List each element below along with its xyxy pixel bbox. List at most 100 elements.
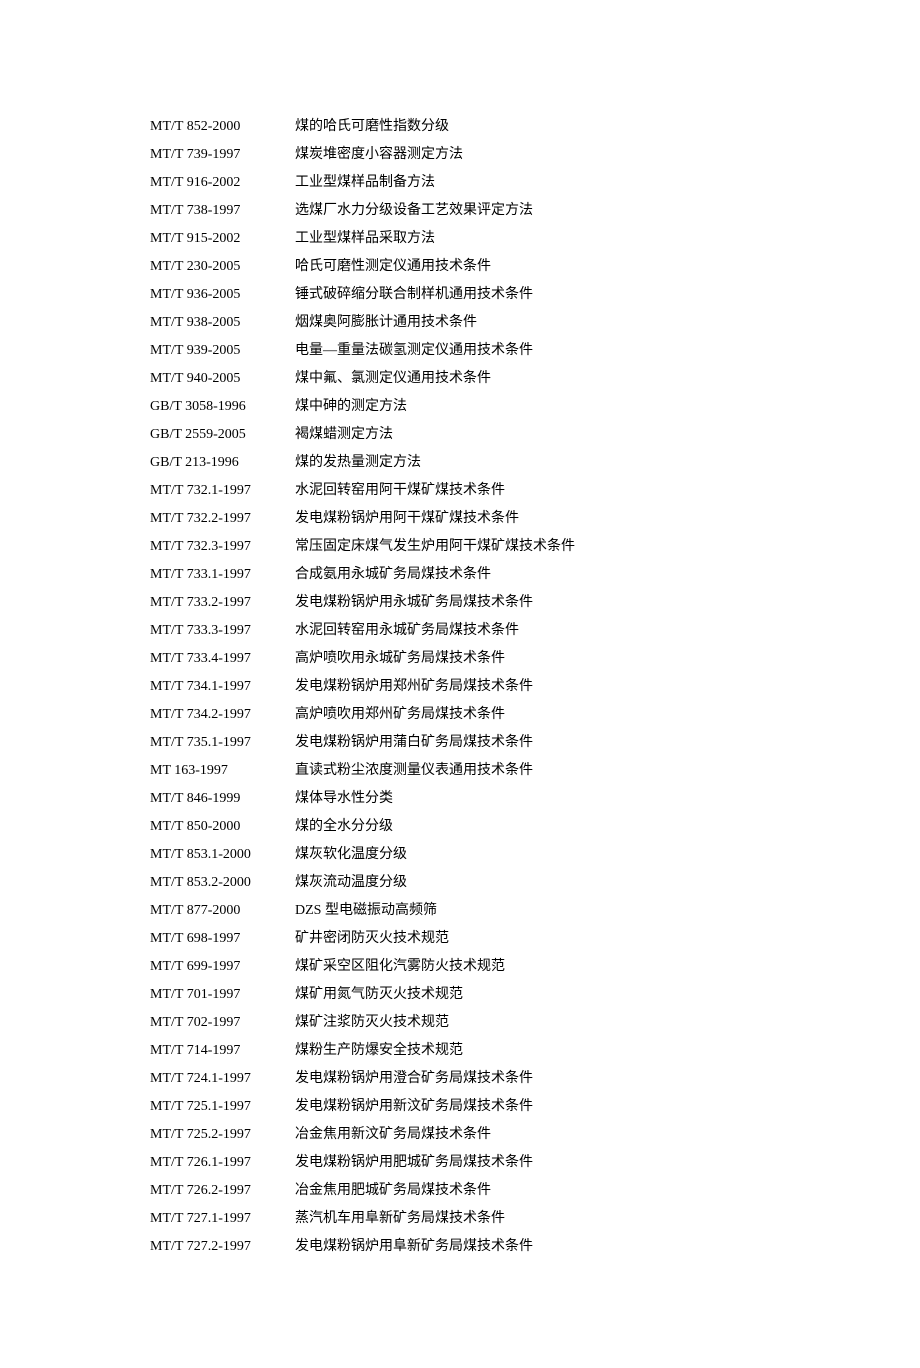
- standard-code: MT/T 702-1997: [150, 1016, 295, 1030]
- table-row: MT/T 727.1-1997蒸汽机车用阜新矿务局煤技术条件: [150, 1212, 770, 1226]
- standard-title: 高炉喷吹用郑州矿务局煤技术条件: [295, 708, 770, 722]
- table-row: GB/T 213-1996煤的发热量测定方法: [150, 456, 770, 470]
- table-row: MT/T 698-1997矿井密闭防灭火技术规范: [150, 932, 770, 946]
- standard-title: 冶金焦用肥城矿务局煤技术条件: [295, 1184, 770, 1198]
- table-row: MT/T 940-2005煤中氟、氯测定仪通用技术条件: [150, 372, 770, 386]
- standards-list: MT/T 852-2000煤的哈氏可磨性指数分级 MT/T 739-1997煤炭堆…: [150, 120, 770, 1254]
- standard-title: 煤中砷的测定方法: [295, 400, 770, 414]
- standard-title: 煤矿用氮气防灭火技术规范: [295, 988, 770, 1002]
- standard-code: MT/T 938-2005: [150, 316, 295, 330]
- standard-title: 褐煤蜡测定方法: [295, 428, 770, 442]
- standard-code: MT/T 738-1997: [150, 204, 295, 218]
- standard-title: 发电煤粉锅炉用永城矿务局煤技术条件: [295, 596, 770, 610]
- standard-code: MT/T 727.1-1997: [150, 1212, 295, 1226]
- table-row: MT 163-1997直读式粉尘浓度测量仪表通用技术条件: [150, 764, 770, 778]
- standard-code: MT/T 739-1997: [150, 148, 295, 162]
- standard-title: 煤矿采空区阻化汽雾防火技术规范: [295, 960, 770, 974]
- standard-title: 发电煤粉锅炉用阿干煤矿煤技术条件: [295, 512, 770, 526]
- table-row: MT/T 732.2-1997发电煤粉锅炉用阿干煤矿煤技术条件: [150, 512, 770, 526]
- standard-code: MT/T 915-2002: [150, 232, 295, 246]
- standard-code: GB/T 213-1996: [150, 456, 295, 470]
- table-row: MT/T 734.1-1997发电煤粉锅炉用郑州矿务局煤技术条件: [150, 680, 770, 694]
- standard-code: MT/T 853.1-2000: [150, 848, 295, 862]
- standard-code: MT 163-1997: [150, 764, 295, 778]
- table-row: MT/T 733.4-1997高炉喷吹用永城矿务局煤技术条件: [150, 652, 770, 666]
- standard-title: 冶金焦用新汶矿务局煤技术条件: [295, 1128, 770, 1142]
- table-row: MT/T 739-1997煤炭堆密度小容器测定方法: [150, 148, 770, 162]
- standard-title: 煤矿注浆防灭火技术规范: [295, 1016, 770, 1030]
- table-row: MT/T 732.3-1997常压固定床煤气发生炉用阿干煤矿煤技术条件: [150, 540, 770, 554]
- standard-title: DZS 型电磁振动高频筛: [295, 904, 770, 918]
- table-row: GB/T 3058-1996煤中砷的测定方法: [150, 400, 770, 414]
- standard-code: MT/T 939-2005: [150, 344, 295, 358]
- standard-title: 烟煤奥阿膨胀计通用技术条件: [295, 316, 770, 330]
- table-row: MT/T 733.1-1997合成氨用永城矿务局煤技术条件: [150, 568, 770, 582]
- standard-title: 煤体导水性分类: [295, 792, 770, 806]
- standard-title: 发电煤粉锅炉用新汶矿务局煤技术条件: [295, 1100, 770, 1114]
- standard-title: 工业型煤样品制备方法: [295, 176, 770, 190]
- table-row: MT/T 853.2-2000煤灰流动温度分级: [150, 876, 770, 890]
- table-row: MT/T 724.1-1997发电煤粉锅炉用澄合矿务局煤技术条件: [150, 1072, 770, 1086]
- table-row: MT/T 727.2-1997发电煤粉锅炉用阜新矿务局煤技术条件: [150, 1240, 770, 1254]
- standard-code: MT/T 714-1997: [150, 1044, 295, 1058]
- table-row: MT/T 846-1999煤体导水性分类: [150, 792, 770, 806]
- standard-title: 发电煤粉锅炉用蒲白矿务局煤技术条件: [295, 736, 770, 750]
- standard-title: 发电煤粉锅炉用肥城矿务局煤技术条件: [295, 1156, 770, 1170]
- standard-title: 煤炭堆密度小容器测定方法: [295, 148, 770, 162]
- standard-code: MT/T 701-1997: [150, 988, 295, 1002]
- standard-code: MT/T 734.2-1997: [150, 708, 295, 722]
- table-row: MT/T 725.2-1997冶金焦用新汶矿务局煤技术条件: [150, 1128, 770, 1142]
- standard-code: GB/T 2559-2005: [150, 428, 295, 442]
- standard-code: MT/T 936-2005: [150, 288, 295, 302]
- standard-title: 煤的全水分分级: [295, 820, 770, 834]
- table-row: MT/T 725.1-1997发电煤粉锅炉用新汶矿务局煤技术条件: [150, 1100, 770, 1114]
- standard-code: MT/T 733.1-1997: [150, 568, 295, 582]
- standard-code: MT/T 732.1-1997: [150, 484, 295, 498]
- standard-title: 煤灰流动温度分级: [295, 876, 770, 890]
- standard-code: MT/T 732.2-1997: [150, 512, 295, 526]
- standard-code: MT/T 850-2000: [150, 820, 295, 834]
- standard-code: MT/T 230-2005: [150, 260, 295, 274]
- table-row: MT/T 938-2005烟煤奥阿膨胀计通用技术条件: [150, 316, 770, 330]
- table-row: MT/T 733.2-1997发电煤粉锅炉用永城矿务局煤技术条件: [150, 596, 770, 610]
- table-row: MT/T 735.1-1997发电煤粉锅炉用蒲白矿务局煤技术条件: [150, 736, 770, 750]
- standard-title: 煤中氟、氯测定仪通用技术条件: [295, 372, 770, 386]
- standard-title: 矿井密闭防灭火技术规范: [295, 932, 770, 946]
- standard-title: 选煤厂水力分级设备工艺效果评定方法: [295, 204, 770, 218]
- standard-title: 常压固定床煤气发生炉用阿干煤矿煤技术条件: [295, 540, 770, 554]
- standard-title: 蒸汽机车用阜新矿务局煤技术条件: [295, 1212, 770, 1226]
- table-row: MT/T 734.2-1997高炉喷吹用郑州矿务局煤技术条件: [150, 708, 770, 722]
- table-row: MT/T 916-2002工业型煤样品制备方法: [150, 176, 770, 190]
- standard-title: 发电煤粉锅炉用澄合矿务局煤技术条件: [295, 1072, 770, 1086]
- standard-code: GB/T 3058-1996: [150, 400, 295, 414]
- standard-title: 煤灰软化温度分级: [295, 848, 770, 862]
- standard-code: MT/T 852-2000: [150, 120, 295, 134]
- standard-code: MT/T 940-2005: [150, 372, 295, 386]
- table-row: MT/T 738-1997选煤厂水力分级设备工艺效果评定方法: [150, 204, 770, 218]
- table-row: MT/T 915-2002工业型煤样品采取方法: [150, 232, 770, 246]
- standard-code: MT/T 699-1997: [150, 960, 295, 974]
- standard-title: 哈氏可磨性测定仪通用技术条件: [295, 260, 770, 274]
- table-row: MT/T 850-2000煤的全水分分级: [150, 820, 770, 834]
- table-row: MT/T 939-2005电量—重量法碳氢测定仪通用技术条件: [150, 344, 770, 358]
- table-row: MT/T 852-2000煤的哈氏可磨性指数分级: [150, 120, 770, 134]
- standard-title: 合成氨用永城矿务局煤技术条件: [295, 568, 770, 582]
- standard-title: 工业型煤样品采取方法: [295, 232, 770, 246]
- standard-title: 发电煤粉锅炉用郑州矿务局煤技术条件: [295, 680, 770, 694]
- standard-code: MT/T 732.3-1997: [150, 540, 295, 554]
- table-row: MT/T 726.1-1997发电煤粉锅炉用肥城矿务局煤技术条件: [150, 1156, 770, 1170]
- table-row: MT/T 936-2005锤式破碎缩分联合制样机通用技术条件: [150, 288, 770, 302]
- standard-code: MT/T 916-2002: [150, 176, 295, 190]
- standard-code: MT/T 846-1999: [150, 792, 295, 806]
- standard-title: 锤式破碎缩分联合制样机通用技术条件: [295, 288, 770, 302]
- standard-code: MT/T 734.1-1997: [150, 680, 295, 694]
- standard-code: MT/T 735.1-1997: [150, 736, 295, 750]
- standard-code: MT/T 724.1-1997: [150, 1072, 295, 1086]
- standard-title: 煤粉生产防爆安全技术规范: [295, 1044, 770, 1058]
- standard-code: MT/T 853.2-2000: [150, 876, 295, 890]
- table-row: GB/T 2559-2005褐煤蜡测定方法: [150, 428, 770, 442]
- table-row: MT/T 732.1-1997水泥回转窑用阿干煤矿煤技术条件: [150, 484, 770, 498]
- table-row: MT/T 702-1997煤矿注浆防灭火技术规范: [150, 1016, 770, 1030]
- standard-code: MT/T 698-1997: [150, 932, 295, 946]
- standard-code: MT/T 733.2-1997: [150, 596, 295, 610]
